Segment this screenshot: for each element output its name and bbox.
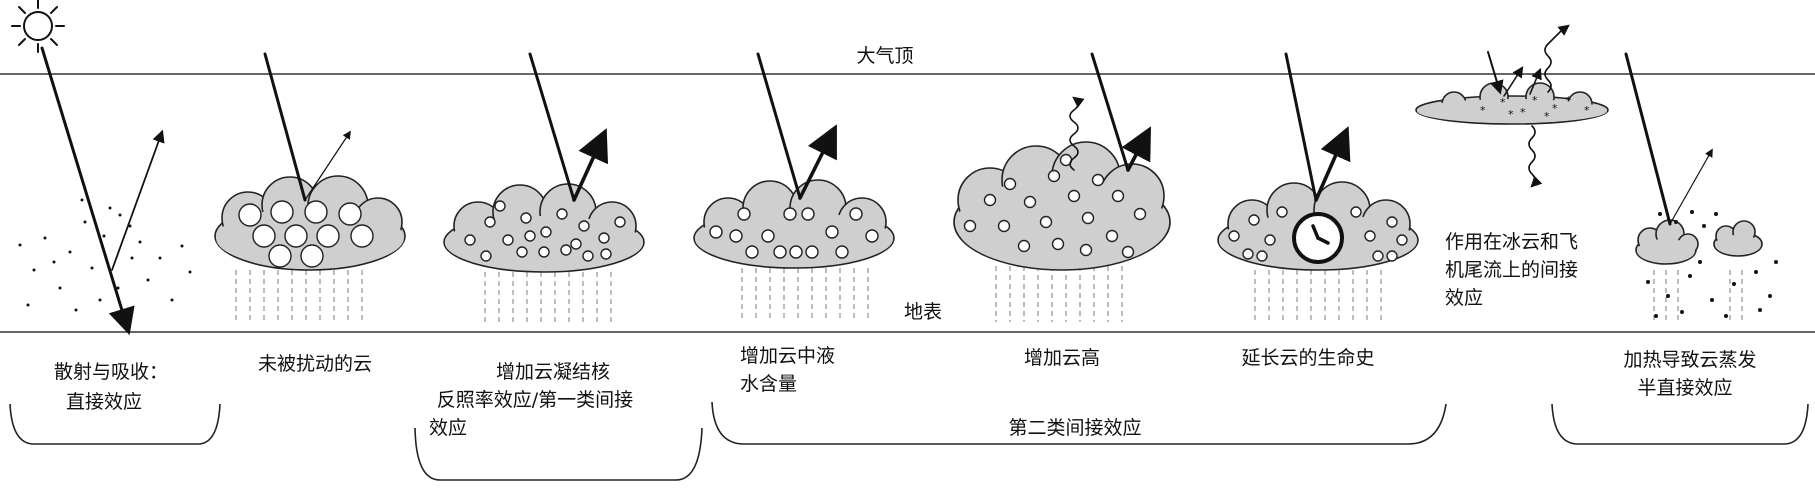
sun-icon <box>11 0 65 53</box>
aerosol-cloud-effects-diagram: 大气顶 地表 *** *** ** * 散射与吸收： 直接效应 未被扰动的云 增… <box>0 0 1815 481</box>
rain-shafts <box>1254 270 1382 322</box>
scattered-ray <box>111 129 165 271</box>
panel-unperturbed <box>214 52 406 322</box>
panel-semidirect <box>1624 52 1778 322</box>
panel-ice: *** *** ** * <box>1415 24 1609 188</box>
longwave-up <box>1544 24 1570 93</box>
reflected-ray <box>572 128 609 202</box>
panel-scatter <box>18 46 192 336</box>
panel-label-semidirect: 加热导致云蒸发 半直接效应 <box>1623 349 1762 399</box>
reflected-ray <box>1503 66 1524 97</box>
panel-lifetime <box>1217 52 1419 322</box>
longwave-down <box>1528 125 1543 188</box>
panel-lwc <box>693 52 895 322</box>
svg-text:*: * <box>1508 108 1514 121</box>
evaporating-clouds <box>1635 219 1763 265</box>
incoming-ray <box>1284 52 1318 202</box>
incoming-ray <box>756 52 802 200</box>
panel-label-scatter: 散射与吸收： 直接效应 <box>54 361 174 413</box>
panel-label-lifetime: 延长云的生命史 <box>1241 347 1374 369</box>
panel-label-height: 增加云高 <box>1024 347 1100 369</box>
svg-text:*: * <box>1544 110 1550 123</box>
incoming-ray <box>40 46 135 336</box>
svg-text:*: * <box>1566 94 1572 107</box>
panel-label-unperturbed: 未被扰动的云 <box>258 353 372 375</box>
panel-label-lwc: 增加云中液 水含量 <box>740 345 841 395</box>
group-label-second-indirect: 第二类间接效应 <box>1008 417 1141 439</box>
panel-label-ccn: 增加云凝结核 反照率效应/第一类间接 效应 <box>429 361 639 439</box>
svg-text:*: * <box>1584 104 1590 117</box>
incoming-ray <box>528 52 576 202</box>
panel-label-ice: 作用在冰云和飞 机尾流上的间接 效应 <box>1445 231 1584 309</box>
svg-text:*: * <box>1532 94 1538 107</box>
toa-label: 大气顶 <box>856 45 913 67</box>
surface-label: 地表 <box>904 301 942 323</box>
bracket-semidirect <box>1551 403 1809 445</box>
svg-text:*: * <box>1500 96 1506 109</box>
rain-shafts <box>484 272 612 322</box>
panel-height <box>953 52 1171 322</box>
clock-icon <box>1292 212 1344 264</box>
incoming-ray <box>1624 52 1672 226</box>
svg-text:*: * <box>1552 102 1558 115</box>
svg-text:*: * <box>1520 106 1526 119</box>
svg-text:*: * <box>1480 104 1486 117</box>
rain-shafts <box>741 268 869 322</box>
panel-ccn <box>443 52 645 322</box>
rain-shafts <box>235 270 363 322</box>
rain-shafts <box>995 266 1123 322</box>
